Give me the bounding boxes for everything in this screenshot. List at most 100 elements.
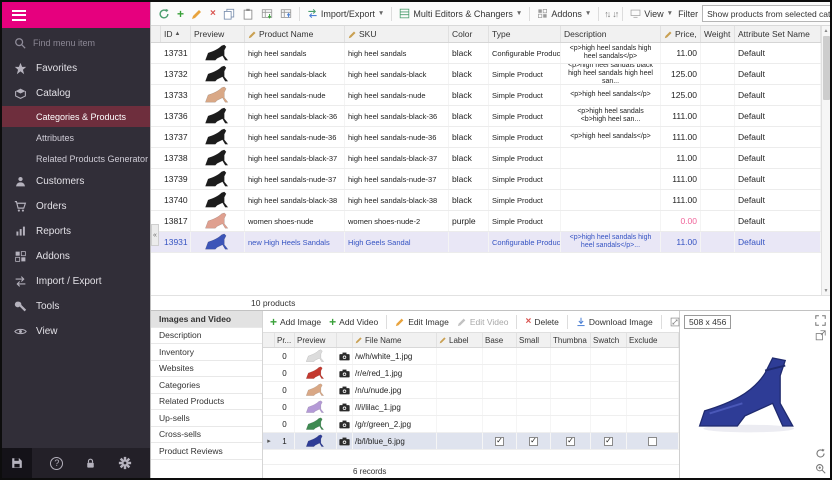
sidebar-item-tools[interactable]: Tools	[2, 294, 150, 319]
checkbox[interactable]: ✓	[529, 437, 538, 446]
sort-descending-icon[interactable]: ↓↑	[612, 9, 617, 19]
copy-button[interactable]	[221, 6, 237, 22]
addons-menu[interactable]: Addons▼	[535, 6, 593, 21]
hamburger-menu-icon[interactable]	[12, 7, 26, 23]
filter-dropdown[interactable]: Show products from selected categories ▼	[702, 5, 832, 22]
column-header-base[interactable]: Base	[483, 333, 517, 347]
expand-icon[interactable]	[815, 315, 826, 326]
sidebar-item-reports[interactable]: Reports	[2, 219, 150, 244]
add-product-button[interactable]: +	[175, 7, 186, 21]
product-row[interactable]: 13740high heel sandals-black-38high heel…	[151, 190, 821, 211]
column-header-product-name[interactable]: Product Name	[245, 26, 345, 42]
image-row[interactable]: 0/g/r/green_2.jpg	[263, 416, 679, 433]
sidebar-item-orders[interactable]: Orders	[2, 194, 150, 219]
grid-import-button[interactable]	[259, 6, 275, 22]
image-row[interactable]: 0/w/h/white_1.jpg	[263, 348, 679, 365]
checkbox[interactable]: ✓	[566, 437, 575, 446]
product-row[interactable]: 13736high heel sandals-black-36high heel…	[151, 106, 821, 127]
product-row[interactable]: ▸13931new High Heels SandalsHigh Geels S…	[151, 232, 821, 253]
sidebar-item-view[interactable]: View	[2, 319, 150, 344]
open-external-icon[interactable]	[815, 330, 826, 341]
column-header-preview[interactable]: Preview	[191, 26, 245, 42]
column-header-type[interactable]: Type	[489, 26, 561, 42]
zoom-icon[interactable]	[815, 463, 826, 474]
column-header-priority[interactable]: Pr...	[275, 333, 295, 347]
import-export-menu[interactable]: Import/Export▼	[305, 6, 386, 21]
checkbox[interactable]: ✓	[495, 437, 504, 446]
product-row[interactable]: 13732high heel sandals-blackhigh heel sa…	[151, 64, 821, 85]
tab-inventory[interactable]: Inventory	[151, 344, 262, 361]
sidebar-item-related-products-generator[interactable]: Related Products Generator	[2, 148, 150, 169]
help-icon[interactable]: ?	[50, 457, 63, 470]
column-header-description[interactable]: Description	[561, 26, 661, 42]
shoe-thumbnail	[304, 383, 328, 397]
edit-image-button[interactable]: Edit Image	[393, 315, 451, 329]
add-image-button[interactable]: +Add Image	[268, 315, 323, 329]
column-header-swatch[interactable]: Swatch	[591, 333, 627, 347]
edit-product-button[interactable]	[189, 6, 205, 22]
tab-related-products[interactable]: Related Products	[151, 394, 262, 411]
checkbox[interactable]: ✓	[604, 437, 613, 446]
column-header-sku[interactable]: SKU	[345, 26, 449, 42]
tab-product-reviews[interactable]: Product Reviews	[151, 443, 262, 460]
tab-description[interactable]: Description	[151, 328, 262, 345]
sidebar-item-attributes[interactable]: Attributes	[2, 127, 150, 148]
sidebar-item-categories-products[interactable]: Categories & Products	[2, 106, 150, 127]
delete-image-button[interactable]: ×Delete	[523, 315, 560, 329]
product-row[interactable]: 13731high heel sandalshigh heel sandalsb…	[151, 43, 821, 64]
tab-up-sells[interactable]: Up-sells	[151, 410, 262, 427]
product-row[interactable]: 13817women shoes-nudewomen shoes-nude-2p…	[151, 211, 821, 232]
delete-product-button[interactable]: ×	[208, 7, 218, 21]
save-button[interactable]	[2, 448, 32, 478]
column-header-label[interactable]: Label	[437, 333, 483, 347]
checkbox[interactable]	[648, 437, 657, 446]
image-row[interactable]: 0/r/e/red_1.jpg	[263, 365, 679, 382]
column-header-price[interactable]: Price,	[661, 26, 701, 42]
sidebar-item-catalog[interactable]: Catalog	[2, 81, 150, 106]
product-row[interactable]: 13738high heel sandals-black-37high heel…	[151, 148, 821, 169]
column-header-attribute-set[interactable]: Attribute Set Name	[735, 26, 821, 42]
settings-gear-icon[interactable]	[118, 456, 132, 470]
product-row[interactable]: 13733high heel sandals-nudehigh heel san…	[151, 85, 821, 106]
product-row[interactable]: 13739high heel sandals-nude-37high heel …	[151, 169, 821, 190]
collapse-panel-button[interactable]: «	[151, 224, 159, 246]
search-input[interactable]: Find menu item	[33, 38, 95, 48]
column-header-thumbnail[interactable]: Thumbna	[551, 333, 591, 347]
refresh-button[interactable]	[156, 6, 172, 22]
sidebar-item-label: Reports	[36, 226, 71, 237]
column-header-weight[interactable]: Weight	[701, 26, 735, 42]
scroll-up-arrow[interactable]: ▲	[824, 26, 829, 35]
vertical-scrollbar[interactable]: ▲ ▼	[821, 26, 830, 295]
column-header-id[interactable]: ID▲	[161, 26, 191, 42]
scroll-down-arrow[interactable]: ▼	[824, 286, 829, 295]
tab-websites[interactable]: Websites	[151, 361, 262, 378]
sidebar-search[interactable]: Find menu item	[2, 28, 150, 56]
column-header-small[interactable]: Small	[517, 333, 551, 347]
paste-button[interactable]	[240, 6, 256, 22]
column-header-file-name[interactable]: File Name	[353, 333, 437, 347]
scrollbar-thumb[interactable]	[823, 36, 830, 100]
image-row[interactable]: 0/n/u/nude.jpg	[263, 382, 679, 399]
sidebar-item-import-export[interactable]: Import / Export	[2, 269, 150, 294]
add-video-button[interactable]: +Add Video	[327, 315, 380, 329]
sidebar-item-favorites[interactable]: Favorites	[2, 56, 150, 81]
product-row[interactable]: 13737high heel sandals-nude-36high heel …	[151, 127, 821, 148]
sidebar-item-customers[interactable]: Customers	[2, 169, 150, 194]
column-header-exclude[interactable]: Exclude	[627, 333, 679, 347]
column-header-color[interactable]: Color	[449, 26, 489, 42]
sidebar-item-addons[interactable]: Addons	[2, 244, 150, 269]
sort-ascending-icon[interactable]: ↑↓	[604, 9, 609, 19]
image-row[interactable]: ▸1/b/l/blue_6.jpg✓✓✓✓	[263, 433, 679, 450]
download-image-button[interactable]: Download Image	[574, 315, 655, 329]
rotate-icon[interactable]	[815, 448, 826, 459]
lock-icon[interactable]	[84, 457, 97, 470]
tab-images-and-video[interactable]: Images and Video	[151, 311, 262, 328]
base-checkbox-cell	[483, 399, 517, 415]
image-row[interactable]: 0/l/i/lilac_1.jpg	[263, 399, 679, 416]
view-menu[interactable]: View▼	[628, 6, 675, 21]
column-header-preview[interactable]: Preview	[295, 333, 337, 347]
tab-categories[interactable]: Categories	[151, 377, 262, 394]
tab-cross-sells[interactable]: Cross-sells	[151, 427, 262, 444]
grid-export-button[interactable]	[278, 6, 294, 22]
multi-editors-menu[interactable]: Multi Editors & Changers▼	[397, 6, 524, 21]
